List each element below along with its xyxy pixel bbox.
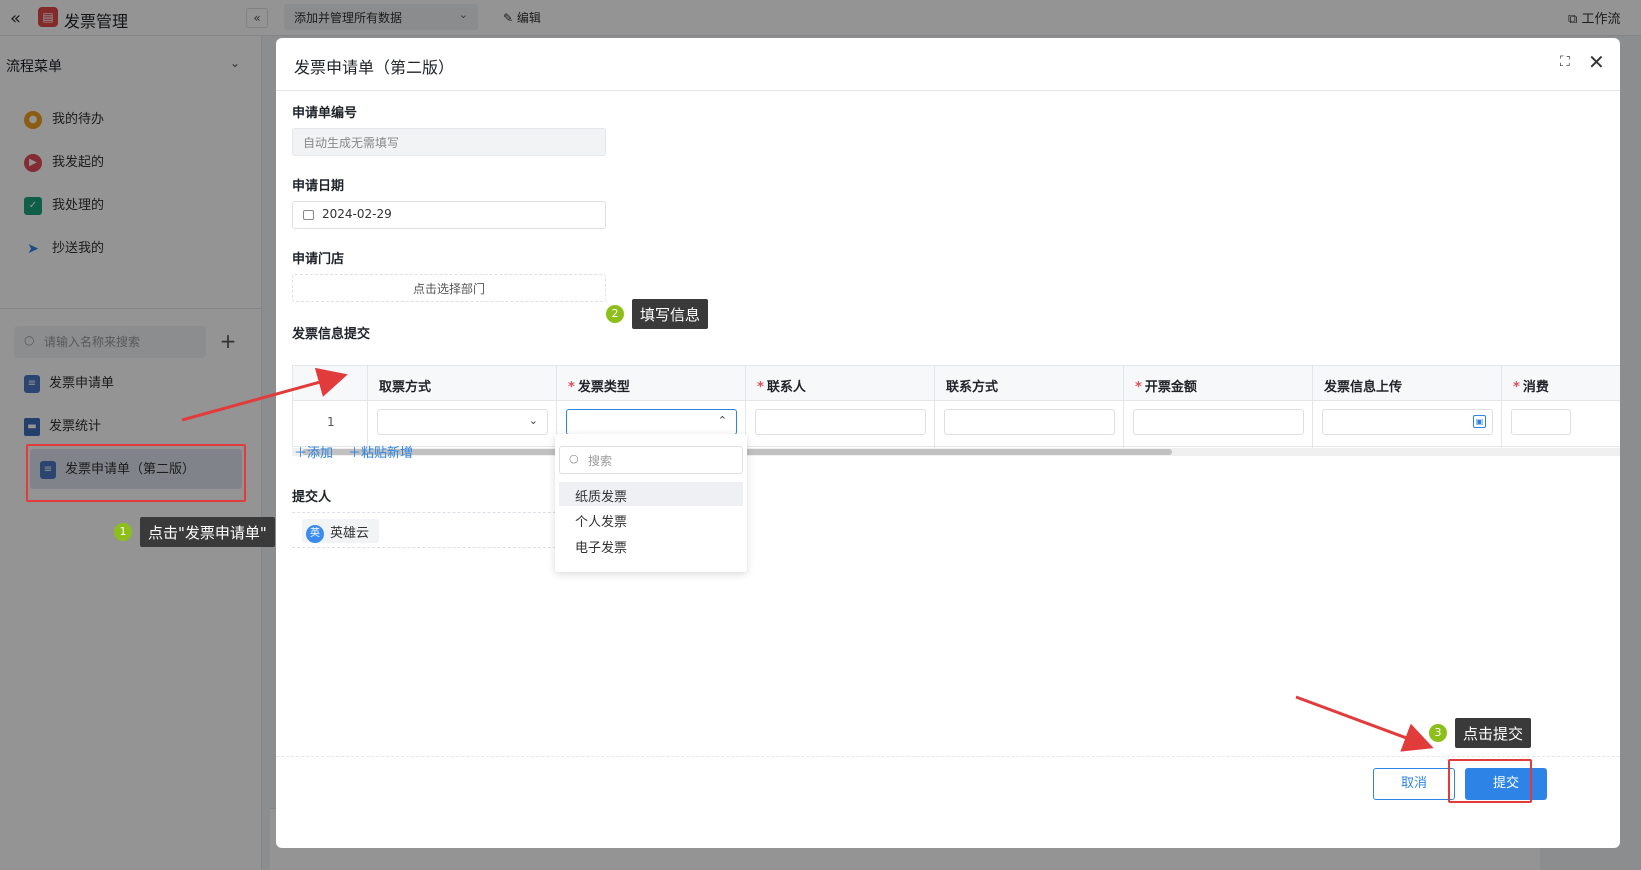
dropdown-search-placeholder: 搜索 [588,454,613,468]
paste-add-link[interactable]: ＋粘贴新增 [348,442,413,461]
step-tip: 点击"发票申请单" [140,517,275,547]
date-value: 2024-02-29 [322,207,392,221]
horizontal-scrollbar[interactable] [292,448,1620,456]
dropdown-option[interactable]: 个人发票 [559,507,743,531]
step-number: 3 [1429,724,1447,742]
date-field[interactable]: 2024-02-29 [292,201,606,229]
column-header: * 开票金额 [1135,380,1197,395]
chevron-up-icon: ⌃ [717,414,727,427]
highlight-box-nav [26,444,246,502]
avatar: 英 [306,524,324,543]
contact-info-input[interactable] [944,409,1115,435]
table-header: 取票方式 * 发票类型 * 联系人 联系方式 * 开票金额 发票信息上传 * 消费 [292,365,1620,401]
step-number: 2 [606,305,624,323]
column-header: 发票信息上传 [1324,380,1403,395]
row-number: 1 [327,415,335,429]
store-label: 申请门店 [292,252,345,267]
image-upload-icon: ▣ [1473,415,1486,428]
invoice-type-select[interactable]: ⌃ [566,409,737,435]
consumption-input[interactable] [1511,409,1571,435]
dropdown-option[interactable]: 纸质发票 [559,482,743,506]
number-label: 申请单编号 [292,106,358,121]
paste-add-label: 粘贴新增 [361,446,414,461]
submitter-chip: 英英雄云 [302,519,380,543]
chevron-down-icon: ⌄ [528,414,538,427]
highlight-box-submit [1448,759,1532,803]
column-header: 联系方式 [946,380,999,395]
step-number: 1 [114,523,132,541]
dropdown-option[interactable]: 电子发票 [559,533,743,557]
dropdown-search-input[interactable]: ○ 搜索 [559,446,743,474]
column-header: * 发票类型 [568,380,630,395]
column-header: 取票方式 [379,380,432,395]
pickup-method-select[interactable]: ⌄ [377,409,548,435]
modal-title: 发票申请单（第二版） [294,58,455,77]
step-tip: 填写信息 [632,299,709,329]
number-placeholder: 自动生成无需填写 [303,136,400,150]
date-label: 申请日期 [292,179,345,194]
invoice-upload-input[interactable]: ▣ [1322,409,1493,435]
invoice-section-label: 发票信息提交 [292,327,371,342]
add-row-label: 添加 [307,446,334,461]
contact-person-input[interactable] [755,409,926,435]
step-tip: 点击提交 [1455,718,1532,748]
maximize-icon[interactable]: ⛶ [1560,54,1570,70]
search-icon: ○ [569,452,579,465]
table-row: 1 ⌄ ⌃ ▣ [292,401,1620,447]
add-row-link[interactable]: ＋添加 [294,442,333,461]
calendar-icon [303,209,314,220]
store-placeholder: 点击选择部门 [412,282,485,296]
submitter-name: 英雄云 [330,526,370,541]
divider [276,90,1620,91]
invoice-amount-input[interactable] [1133,409,1304,435]
invoice-form-modal: 发票申请单（第二版） ⛶ ✕ 申请单编号 自动生成无需填写 申请日期 2024-… [276,38,1620,848]
footer-divider [276,756,1620,757]
column-header: * 联系人 [757,380,806,395]
column-header: * 消费 [1513,380,1549,395]
cancel-button[interactable]: 取消 [1373,768,1455,800]
invoice-type-dropdown: ○ 搜索 纸质发票 个人发票 电子发票 [555,434,747,572]
close-icon[interactable]: ✕ [1588,50,1605,74]
submitter-label: 提交人 [292,490,332,505]
number-field: 自动生成无需填写 [292,128,606,156]
store-select[interactable]: 点击选择部门 [292,274,606,302]
